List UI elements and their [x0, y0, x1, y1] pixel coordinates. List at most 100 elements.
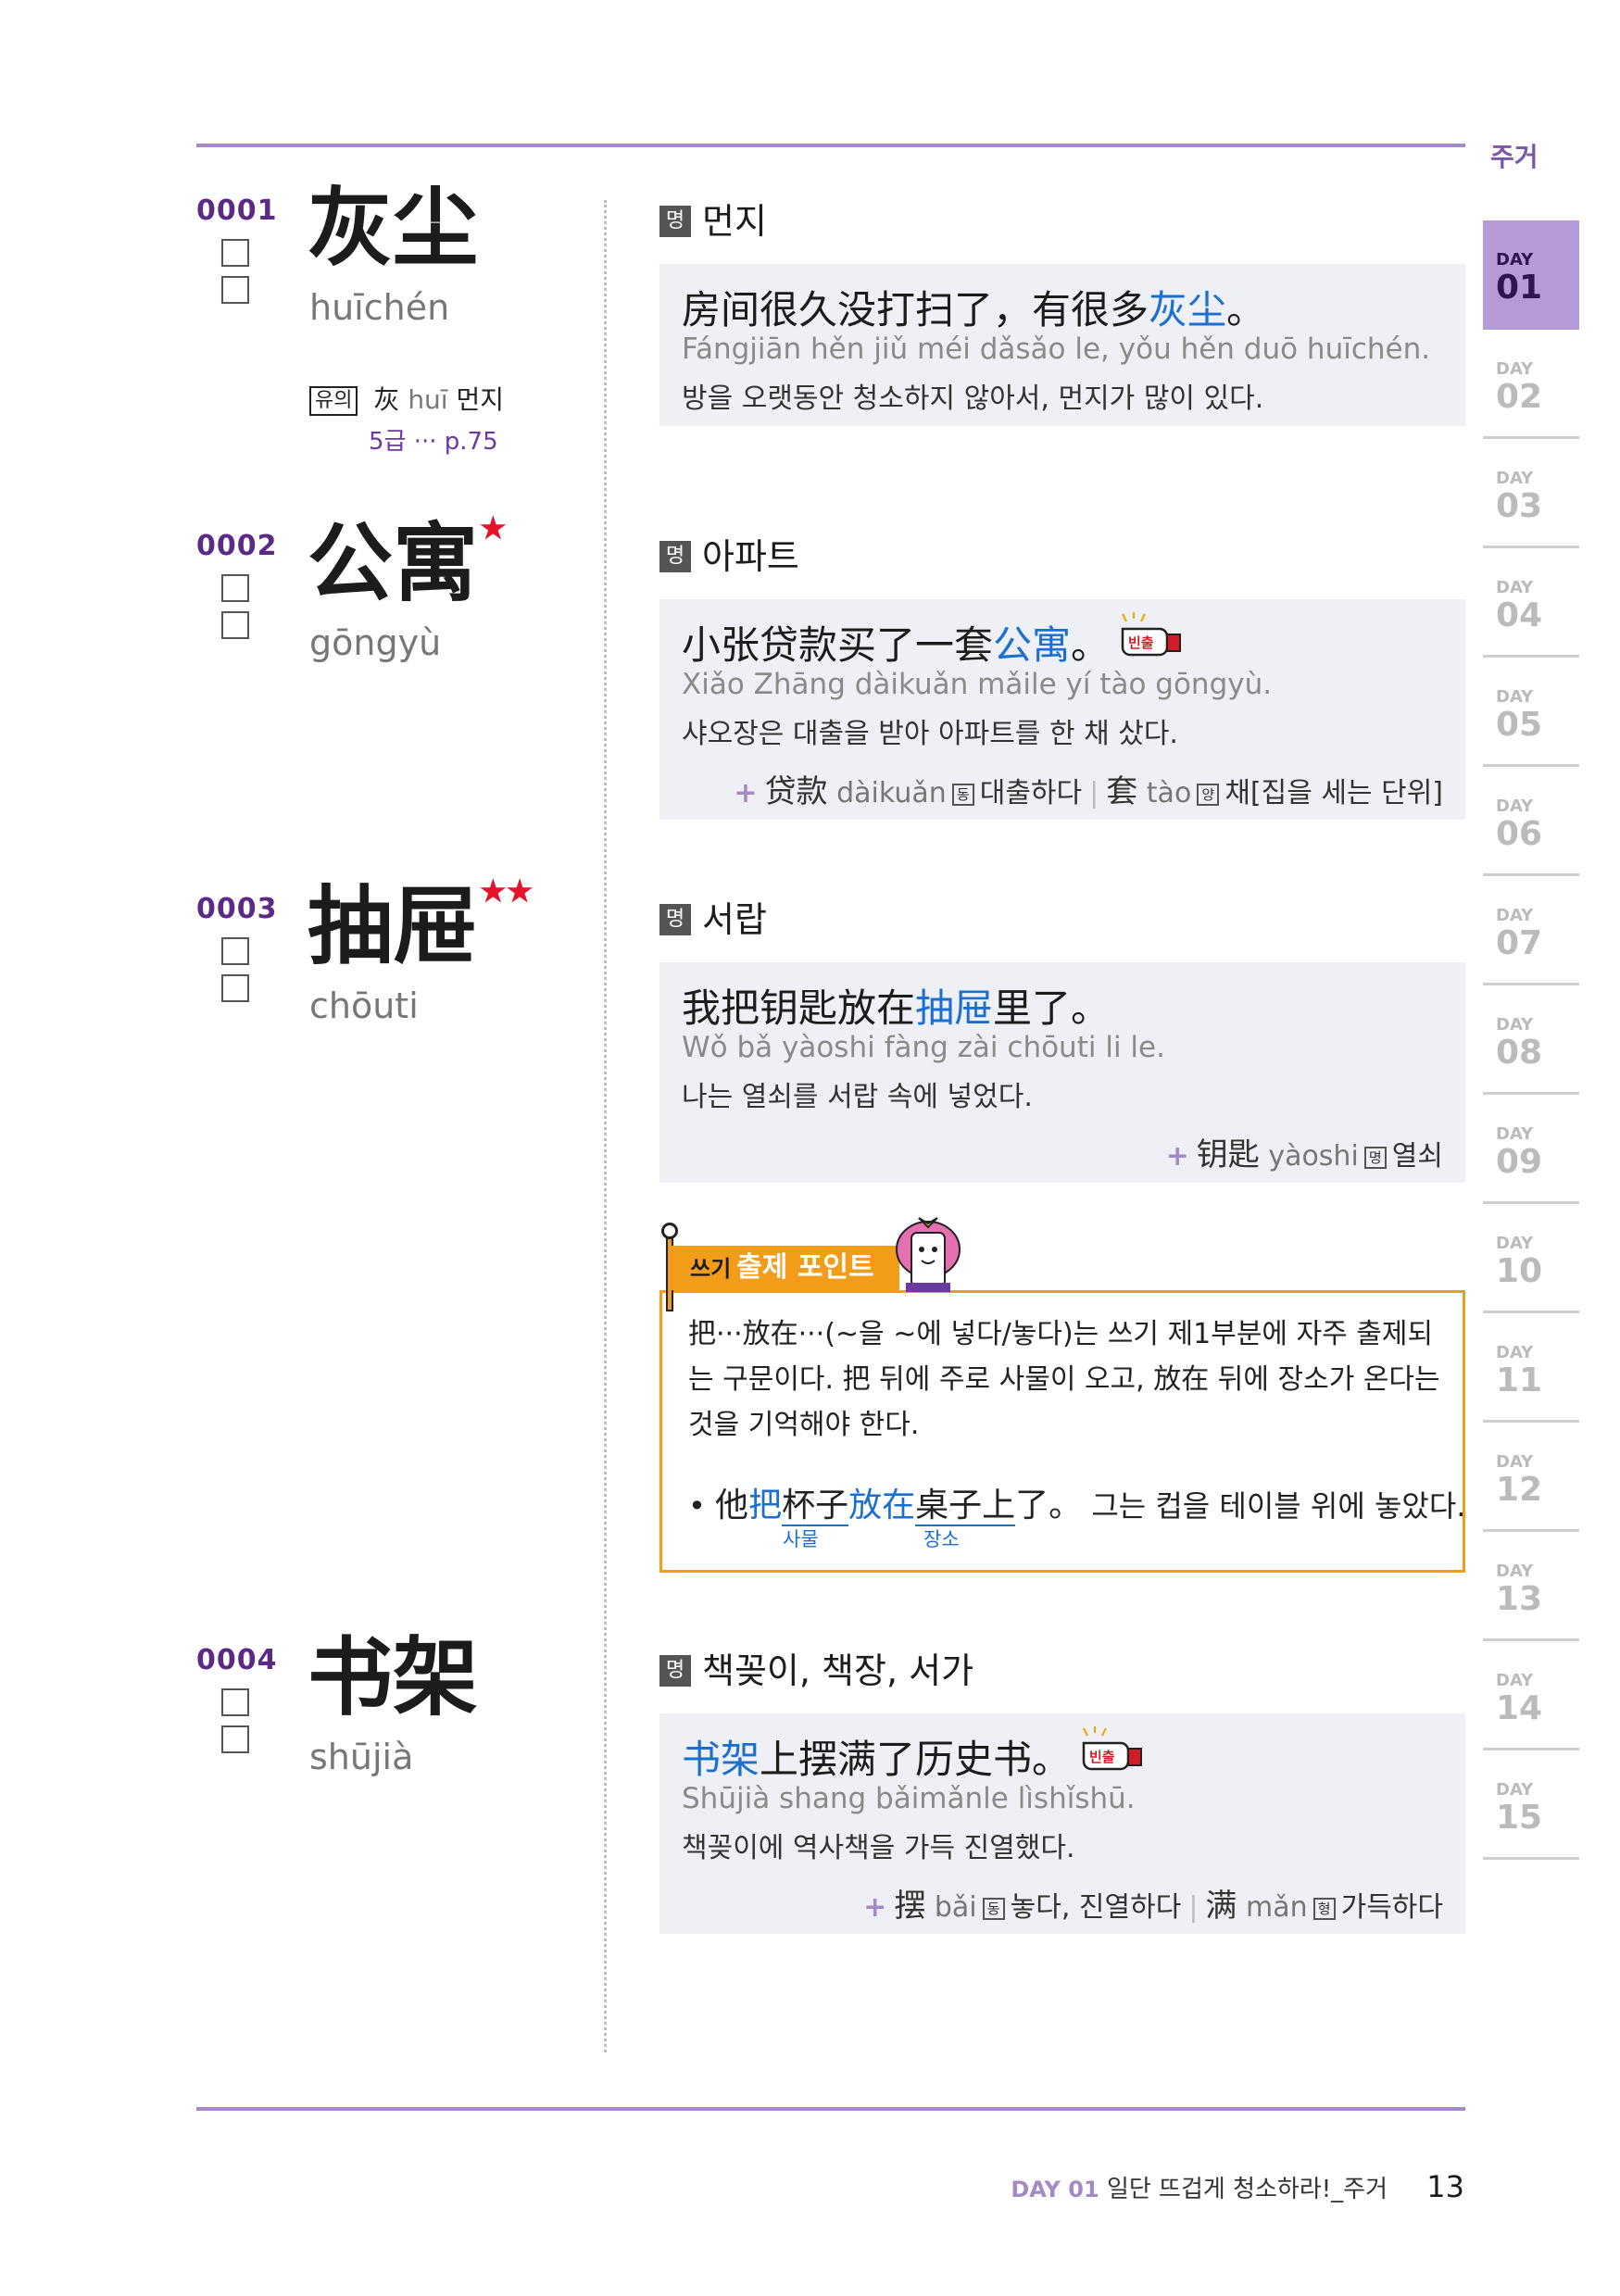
example-chinese: 房间很久没打扫了，有很多灰尘。 [682, 287, 1266, 332]
checkbox[interactable] [221, 574, 249, 602]
checkbox[interactable] [221, 611, 249, 639]
example-korean: 나는 열쇠를 서랍 속에 넣었다. [682, 1081, 1033, 1113]
sidebar-day-15[interactable]: DAY 15 [1483, 1750, 1579, 1860]
day-label: DAY [1496, 1234, 1534, 1253]
part-of-speech: 명 아파트 [659, 528, 799, 579]
day-number: 04 [1496, 596, 1543, 634]
checkbox[interactable] [221, 974, 249, 1002]
pos-badge: 명 [659, 1654, 691, 1687]
tag-place: 장소 [923, 1528, 960, 1550]
day-label: DAY [1496, 1671, 1534, 1690]
meaning: 서랍 [702, 899, 767, 940]
part-of-speech: 명 먼지 [659, 193, 767, 244]
day-label: DAY [1496, 250, 1534, 270]
sidebar-day-04[interactable]: DAY 04 [1483, 548, 1579, 658]
day-number: 09 [1496, 1143, 1543, 1181]
pos-badge: 명 [659, 903, 691, 935]
checkbox[interactable] [221, 937, 249, 965]
pos-badge: 명 [659, 540, 691, 572]
column-divider [604, 200, 607, 2052]
sidebar-day-09[interactable]: DAY 09 [1483, 1095, 1579, 1204]
writing-point-box: 把···放在···(~을 ~에 넣다/놓다)는 쓰기 제1부분에 자주 출제되는… [659, 1290, 1465, 1573]
day-number: 12 [1496, 1471, 1543, 1509]
example-korean: 샤오장은 대출을 받아 아파트를 한 채 샀다. [682, 718, 1178, 750]
page-number: 13 [1426, 2169, 1464, 2204]
sidebar-day-08[interactable]: DAY 08 [1483, 985, 1579, 1095]
pos-badge: 명 [659, 205, 691, 237]
example-pinyin: Wǒ bǎ yàoshi fàng zài chōuti li le. [682, 1031, 1165, 1064]
checkbox[interactable] [221, 1688, 249, 1716]
day-number: 15 [1496, 1799, 1543, 1837]
importance-stars: ★★ [480, 873, 534, 909]
sidebar-title: 주거 [1490, 142, 1538, 172]
synonym-word: 灰 [373, 384, 400, 415]
sidebar-day-14[interactable]: DAY 14 [1483, 1641, 1579, 1750]
svg-text:빈출: 빈출 [1128, 634, 1154, 651]
related-words: + 贷款 dàikuǎn 동 대출하다 | 套 tào 양 채[집을 세는 단위] [734, 773, 1443, 810]
example-card: 我把钥匙放在抽屉里了。 Wǒ bǎ yàoshi fàng zài chōuti… [659, 962, 1465, 1183]
example-korean: 책꽂이에 역사책을 가득 진열했다. [682, 1832, 1075, 1864]
day-number: 05 [1496, 706, 1543, 744]
day-sidebar: 주거 DAY 01 DAY 02 DAY 03 DAY 04 DAY 05 DAY 06 DAY 07 DA… [1463, 0, 1620, 2296]
day-number: 01 [1496, 269, 1543, 307]
sidebar-day-01[interactable]: DAY 01 [1483, 220, 1579, 330]
synonym-reference: 5급 ··· p.75 [369, 428, 498, 456]
sidebar-day-10[interactable]: DAY 10 [1483, 1204, 1579, 1313]
headword-pinyin: huīchén [309, 287, 450, 328]
day-number: 10 [1496, 1252, 1543, 1290]
synonym-meaning: 먼지 [456, 384, 505, 415]
sidebar-day-03[interactable]: DAY 03 [1483, 439, 1579, 548]
point-title: 쓰기 출제 포인트 [668, 1246, 899, 1290]
meaning: 아파트 [702, 536, 799, 577]
example-card: 房间很久没打扫了，有很多灰尘。 Fángjiān hěn jiǔ méi dǎs… [659, 264, 1465, 426]
point-text: 把···放在···(~을 ~에 넣다/놓다)는 쓰기 제1부분에 자주 출제되는… [688, 1318, 1440, 1441]
checkbox[interactable] [221, 276, 249, 304]
synonym-pinyin: huī [408, 384, 448, 415]
svg-text:빈출: 빈출 [1089, 1749, 1115, 1765]
example-korean: 방을 오랫동안 청소하지 않아서, 먼지가 많이 있다. [682, 383, 1264, 415]
sidebar-day-02[interactable]: DAY 02 [1483, 330, 1579, 439]
day-label: DAY [1496, 1562, 1534, 1581]
checkbox[interactable] [221, 1725, 249, 1753]
sidebar-day-11[interactable]: DAY 11 [1483, 1313, 1579, 1423]
day-number: 08 [1496, 1034, 1543, 1072]
sidebar-day-12[interactable]: DAY 12 [1483, 1423, 1579, 1532]
frequent-hand-icon: 빈출 [1080, 1726, 1145, 1788]
checkbox[interactable] [221, 239, 249, 267]
example-card: 小张贷款买了一套公寓。 빈출 Xiǎo Zhāng dàikuǎn mǎile y… [659, 599, 1465, 820]
example-pinyin: Fángjiān hěn jiǔ méi dǎsǎo le, yǒu hěn d… [682, 332, 1431, 366]
part-of-speech: 명 책꽂이, 책장, 서가 [659, 1642, 973, 1693]
day-label: DAY [1496, 1015, 1534, 1035]
point-example: • 他把杯子放在桌子上了。 그는 컵을 테이블 위에 놓았다. [688, 1487, 1466, 1526]
footer-title: 일단 뜨겁게 청소하라!_주거 [1106, 2176, 1388, 2203]
part-of-speech: 명 서랍 [659, 891, 767, 942]
bottom-rule [196, 2107, 1465, 2111]
headword: 书架 [308, 1627, 479, 1727]
frequent-hand-icon: 빈출 [1119, 612, 1184, 673]
headword-pinyin: gōngyù [309, 622, 442, 663]
day-number: 13 [1496, 1580, 1543, 1618]
day-label: DAY [1496, 469, 1534, 488]
headword-pinyin: shūjià [309, 1737, 414, 1777]
day-label: DAY [1496, 1124, 1534, 1144]
meaning: 책꽂이, 책장, 서가 [702, 1650, 974, 1691]
top-rule [196, 144, 1465, 147]
example-card: 书架上摆满了历史书。 빈출 Shūjià shang bǎimǎnle lìshǐ… [659, 1713, 1465, 1934]
sidebar-day-07[interactable]: DAY 07 [1483, 876, 1579, 985]
entry-number: 0003 [196, 893, 278, 925]
mascot-icon [896, 1217, 961, 1292]
headword: 灰尘 [308, 178, 479, 278]
day-label: DAY [1496, 359, 1534, 379]
tag-object: 사물 [783, 1528, 819, 1550]
day-label: DAY [1496, 1780, 1534, 1800]
sidebar-day-06[interactable]: DAY 06 [1483, 767, 1579, 876]
sidebar-day-13[interactable]: DAY 13 [1483, 1532, 1579, 1641]
related-words: + 摆 bǎi 동 놓다, 진열하다 | 满 mǎn 형 가득하다 [863, 1888, 1443, 1925]
page-footer: DAY 01 일단 뜨겁게 청소하라!_주거 13 [1011, 2169, 1464, 2204]
example-pinyin: Shūjià shang bǎimǎnle lìshǐshū. [682, 1782, 1136, 1815]
example-pinyin: Xiǎo Zhāng dàikuǎn mǎile yí tào gōngyù. [682, 668, 1273, 701]
entry-number: 0001 [196, 194, 278, 227]
entry-number: 0002 [196, 530, 278, 562]
sidebar-day-05[interactable]: DAY 05 [1483, 658, 1579, 767]
headword: 公寓★ [308, 510, 507, 613]
